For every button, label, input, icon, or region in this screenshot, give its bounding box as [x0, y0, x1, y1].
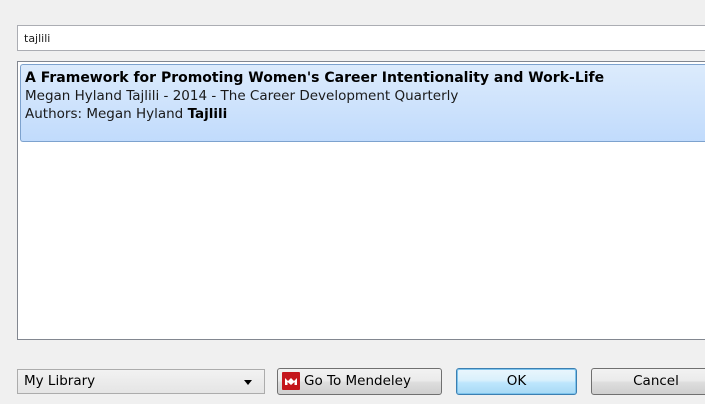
result-authors-highlight: Tajlili [187, 106, 228, 122]
result-title: A Framework for Promoting Women's Career… [25, 70, 605, 86]
mendeley-citation-dialog: A Framework for Promoting Women's Career… [0, 0, 705, 404]
search-input[interactable] [17, 25, 705, 51]
result-meta: Megan Hyland Tajlili - 2014 - The Career… [25, 88, 459, 104]
go-to-mendeley-label: Go To Mendeley [304, 373, 411, 389]
result-authors: Authors: Megan Hyland Tajlili [25, 105, 705, 123]
library-dropdown-value: My Library [24, 373, 96, 389]
list-item[interactable]: A Framework for Promoting Women's Career… [20, 64, 705, 142]
cancel-label: Cancel [633, 373, 679, 389]
results-list[interactable]: A Framework for Promoting Women's Career… [17, 61, 705, 340]
mendeley-logo-icon [282, 372, 300, 390]
ok-button[interactable]: OK [456, 368, 577, 395]
result-authors-prefix: Authors: Megan Hyland [25, 106, 188, 122]
chevron-down-icon [244, 380, 252, 385]
ok-label: OK [506, 373, 527, 389]
go-to-mendeley-button[interactable]: Go To Mendeley [277, 368, 442, 395]
library-dropdown[interactable]: My Library [17, 369, 265, 394]
cancel-button[interactable]: Cancel [591, 368, 705, 395]
